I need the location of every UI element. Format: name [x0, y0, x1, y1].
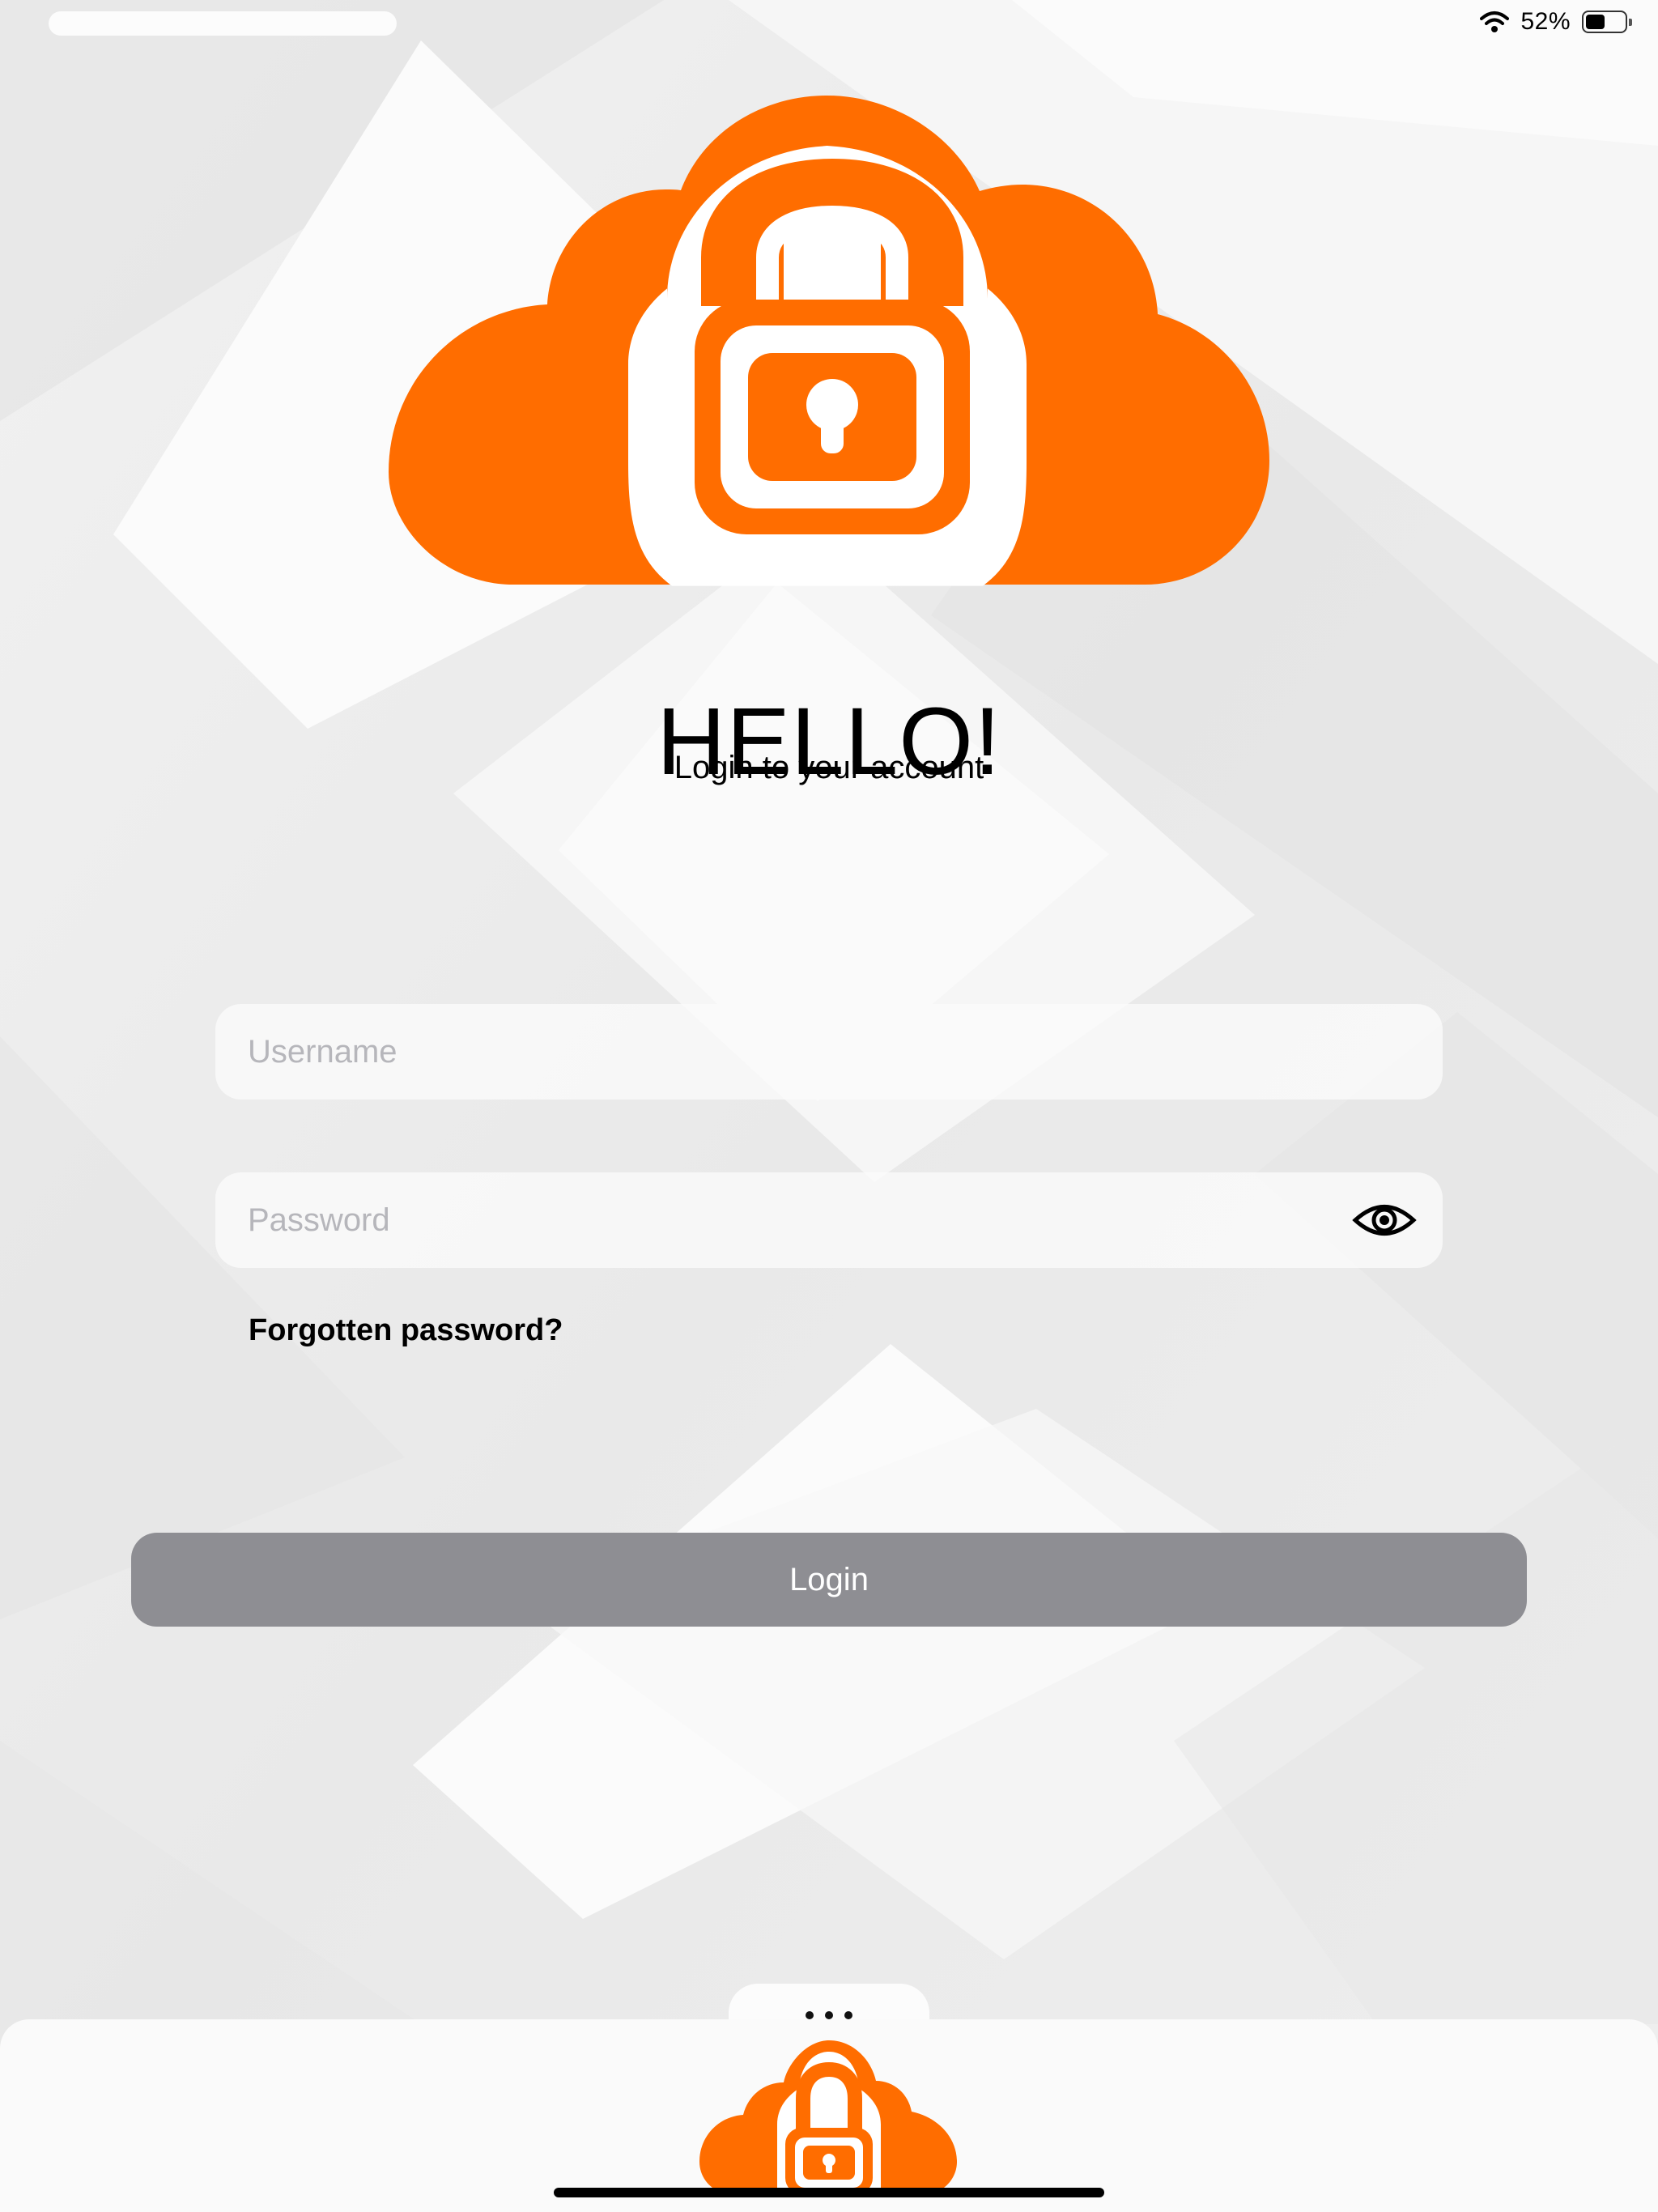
- status-bar: 52%: [0, 0, 1658, 49]
- app-icon[interactable]: [699, 2040, 957, 2194]
- eye-icon: [1352, 1205, 1417, 1236]
- page-subtitle: Login to your account: [674, 750, 984, 785]
- battery-icon: [1582, 11, 1632, 33]
- username-input[interactable]: [215, 1004, 1443, 1100]
- password-field[interactable]: [215, 1172, 1443, 1268]
- status-indicators: 52%: [1480, 8, 1632, 36]
- username-field[interactable]: [215, 1004, 1443, 1100]
- battery-percentage: 52%: [1520, 8, 1571, 35]
- cloud-lock-icon: [389, 96, 1269, 586]
- battery-level: [1586, 15, 1605, 29]
- forgot-password-link[interactable]: Forgotten password?: [249, 1313, 563, 1348]
- login-button[interactable]: Login: [131, 1533, 1527, 1627]
- wifi-icon: [1480, 11, 1510, 32]
- password-input[interactable]: [215, 1172, 1443, 1268]
- home-indicator: [554, 2188, 1104, 2197]
- show-password-button[interactable]: [1352, 1195, 1417, 1245]
